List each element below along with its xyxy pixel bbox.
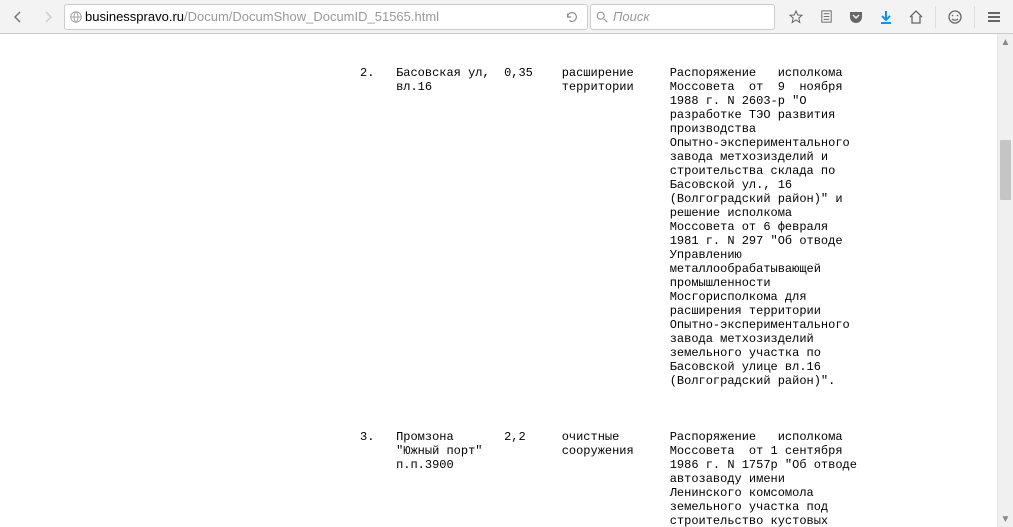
globe-icon (69, 10, 83, 24)
pocket-icon[interactable] (841, 3, 871, 31)
search-icon (595, 10, 609, 24)
scroll-track[interactable] (998, 50, 1013, 511)
home-icon[interactable] (901, 3, 931, 31)
back-button[interactable] (4, 3, 32, 31)
scroll-down-arrow[interactable]: ▼ (998, 511, 1013, 527)
url-bar[interactable]: businesspravo.ru/Docum/DocumShow_DocumID… (64, 4, 588, 30)
separator (974, 6, 975, 28)
scroll-up-arrow[interactable]: ▲ (998, 34, 1013, 50)
bookmark-star-icon[interactable] (781, 3, 811, 31)
downloads-icon[interactable] (871, 3, 901, 31)
browser-toolbar: businesspravo.ru/Docum/DocumShow_DocumID… (0, 0, 1013, 34)
document-text: 2. Басовская ул, 0,35 расширение Распоря… (0, 46, 997, 527)
separator (935, 6, 936, 28)
menu-icon[interactable] (979, 3, 1009, 31)
vertical-scrollbar[interactable]: ▲ ▼ (997, 34, 1013, 527)
scroll-thumb[interactable] (1000, 140, 1011, 200)
page-content: 2. Басовская ул, 0,35 расширение Распоря… (0, 34, 997, 527)
toolbar-icons (781, 3, 1009, 31)
reading-list-icon[interactable] (811, 3, 841, 31)
search-input[interactable] (611, 8, 770, 25)
forward-button[interactable] (34, 3, 62, 31)
smiley-icon[interactable] (940, 3, 970, 31)
url-text: businesspravo.ru/Docum/DocumShow_DocumID… (85, 9, 561, 24)
search-bar[interactable] (590, 4, 775, 30)
reload-button[interactable] (561, 5, 583, 29)
